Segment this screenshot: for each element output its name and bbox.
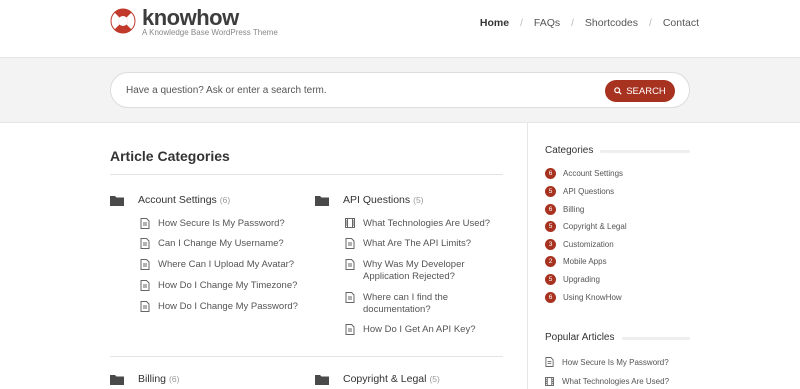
sidebar-category-item[interactable]: 5 Upgrading xyxy=(545,274,600,285)
page-title: Article Categories xyxy=(110,148,230,164)
article-link[interactable]: Can I Change My Username? xyxy=(139,238,284,250)
sidebar-category-item[interactable]: 5 API Questions xyxy=(545,186,614,197)
article-link[interactable]: How Do I Change My Password? xyxy=(139,301,298,313)
folder-icon xyxy=(110,195,124,206)
popular-article-link[interactable]: How Secure Is My Password? xyxy=(545,357,669,367)
document-icon xyxy=(140,301,150,312)
document-icon xyxy=(345,259,355,270)
sidebar-category-item[interactable]: 6 Billing xyxy=(545,204,584,215)
article-link[interactable]: What Technologies Are Used? xyxy=(344,218,490,230)
count-badge: 3 xyxy=(545,239,556,250)
category-title[interactable]: API Questions (5) xyxy=(343,194,424,206)
search-icon xyxy=(614,87,622,95)
popular-article-link[interactable]: What Technologies Are Used? xyxy=(545,377,669,386)
count-badge: 6 xyxy=(545,292,556,303)
search-button[interactable]: SEARCH xyxy=(605,80,675,102)
document-icon xyxy=(345,324,355,335)
sidebar-category-item[interactable]: 2 Mobile Apps xyxy=(545,256,607,267)
category-title[interactable]: Account Settings (6) xyxy=(138,194,230,206)
sidebar-divider xyxy=(527,123,528,389)
site-header: knowhow A Knowledge Base WordPress Theme… xyxy=(0,0,800,57)
search-band: Have a question? Ask or enter a search t… xyxy=(0,57,800,123)
article-link[interactable]: Where can I find the documentation? xyxy=(344,292,474,316)
divider xyxy=(622,337,690,340)
sidebar-popular-title: Popular Articles xyxy=(545,332,615,343)
search-input[interactable]: Have a question? Ask or enter a search t… xyxy=(110,72,690,108)
sidebar-category-item[interactable]: 6 Account Settings xyxy=(545,168,623,179)
article-link[interactable]: Why Was My Developer Application Rejecte… xyxy=(344,259,474,283)
document-icon xyxy=(140,238,150,249)
count-badge: 5 xyxy=(545,274,556,285)
article-link[interactable]: Where Can I Upload My Avatar? xyxy=(139,259,294,271)
count-badge: 6 xyxy=(545,204,556,215)
article-link[interactable]: How Secure Is My Password? xyxy=(139,218,285,230)
document-icon xyxy=(140,218,150,229)
document-icon xyxy=(140,259,150,270)
document-icon xyxy=(345,292,355,303)
main-nav: Home / FAQs / Shortcodes / Contact xyxy=(469,17,710,29)
document-icon xyxy=(345,238,355,249)
search-button-label: SEARCH xyxy=(626,85,666,97)
divider xyxy=(110,174,503,175)
category-title[interactable]: Billing (6) xyxy=(138,373,179,385)
count-badge: 5 xyxy=(545,221,556,232)
sidebar-category-item[interactable]: 3 Customization xyxy=(545,239,614,250)
nav-faqs[interactable]: FAQs xyxy=(523,17,571,29)
folder-icon xyxy=(315,374,329,385)
count-badge: 2 xyxy=(545,256,556,267)
count-badge: 5 xyxy=(545,186,556,197)
video-icon xyxy=(345,218,355,228)
folder-icon xyxy=(315,195,329,206)
nav-contact[interactable]: Contact xyxy=(652,17,710,29)
category-account-settings: Account Settings (6) xyxy=(110,194,230,206)
nav-shortcodes[interactable]: Shortcodes xyxy=(574,17,649,29)
article-link[interactable]: What Are The API Limits? xyxy=(344,238,471,250)
sidebar-categories-title: Categories xyxy=(545,145,594,156)
category-api-questions: API Questions (5) xyxy=(315,194,424,206)
category-billing: Billing (6) xyxy=(110,373,179,385)
document-icon xyxy=(545,357,554,367)
category-title[interactable]: Copyright & Legal (5) xyxy=(343,373,440,385)
nav-home[interactable]: Home xyxy=(469,17,520,29)
sidebar-category-item[interactable]: 5 Copyright & Legal xyxy=(545,221,627,232)
lifebuoy-logo-icon[interactable] xyxy=(110,8,136,34)
count-badge: 6 xyxy=(545,168,556,179)
category-copyright-legal: Copyright & Legal (5) xyxy=(315,373,440,385)
video-icon xyxy=(545,377,554,386)
brand-tagline: A Knowledge Base WordPress Theme xyxy=(142,28,278,37)
sidebar-category-item[interactable]: 6 Using KnowHow xyxy=(545,292,622,303)
article-link[interactable]: How Do I Get An API Key? xyxy=(344,324,475,336)
document-icon xyxy=(140,280,150,291)
divider xyxy=(600,150,690,153)
folder-icon xyxy=(110,374,124,385)
article-link[interactable]: How Do I Change My Timezone? xyxy=(139,280,297,292)
search-placeholder: Have a question? Ask or enter a search t… xyxy=(126,85,327,96)
divider xyxy=(110,356,503,357)
